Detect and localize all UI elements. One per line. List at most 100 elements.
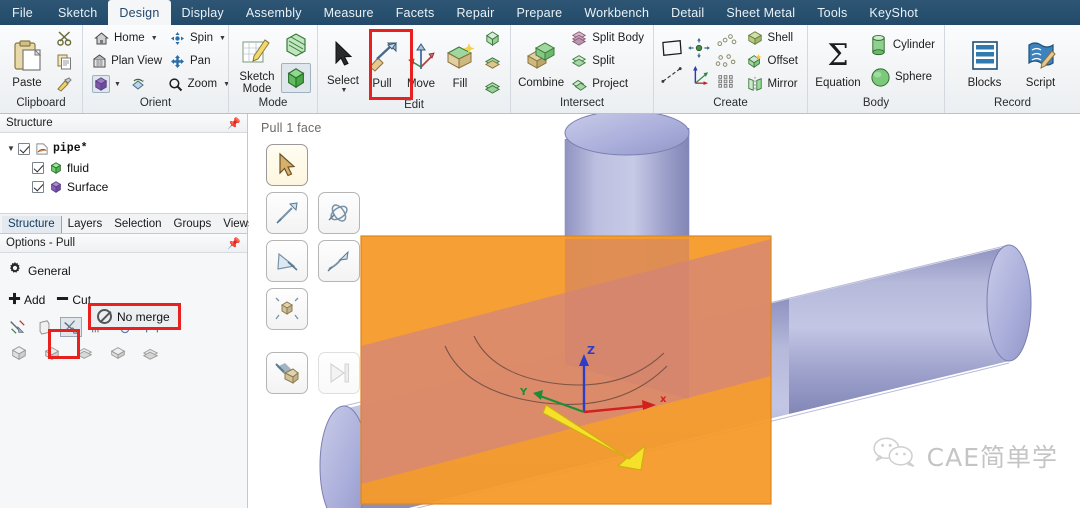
project-button[interactable]: Project — [567, 73, 647, 95]
menu-item-facets[interactable]: Facets — [385, 0, 446, 25]
blend-tool[interactable] — [318, 240, 361, 282]
box-extrude-1-icon[interactable] — [8, 343, 30, 363]
box-extrude-3-icon[interactable] — [74, 343, 96, 363]
chevron-down-icon-2[interactable]: ▼ — [114, 81, 121, 88]
menu-item-workbench[interactable]: Workbench — [573, 0, 660, 25]
select-label: Select — [327, 74, 359, 87]
pull-direction-icon[interactable] — [6, 317, 28, 337]
edit-extra-1-icon[interactable] — [480, 27, 504, 49]
edit-extra-3-icon[interactable] — [480, 75, 504, 97]
tab-layers[interactable]: Layers — [62, 216, 109, 233]
combine-button[interactable]: Combine — [517, 33, 565, 89]
copy-button[interactable] — [52, 50, 76, 72]
menu-item-prepare[interactable]: Prepare — [505, 0, 573, 25]
line-icon[interactable] — [660, 64, 684, 86]
sketch-mode-icon — [241, 29, 273, 71]
shell-button[interactable]: Shell — [743, 27, 801, 49]
chevron-down-icon-3[interactable]: ▼ — [219, 35, 226, 42]
move-button[interactable]: Move — [402, 34, 440, 90]
tree-checkbox-surface[interactable] — [32, 180, 44, 193]
menu-item-sketch[interactable]: Sketch — [47, 0, 108, 25]
solid-mode-button[interactable] — [281, 62, 311, 93]
sweep-tool[interactable] — [266, 240, 308, 282]
options-general-row[interactable]: General — [0, 259, 247, 280]
watermark-text: CAE简单学 — [926, 442, 1058, 472]
fill-button[interactable]: Fill — [441, 34, 479, 90]
equation-button[interactable]: Σ Equation — [814, 33, 862, 90]
edit-extra-2-icon[interactable] — [480, 51, 504, 73]
select-chevron-down-icon[interactable]: ▼ — [341, 87, 348, 94]
sketch-mode-button[interactable]: Sketch Mode — [235, 27, 279, 95]
ribbon-group-mode: Sketch Mode Mode — [228, 25, 317, 113]
face-icon[interactable] — [33, 317, 55, 337]
add-option[interactable]: Add — [8, 292, 45, 308]
axis-icon[interactable] — [687, 64, 711, 86]
tree-node-fluid[interactable]: fluid — [0, 158, 247, 177]
grid-pattern-icon[interactable] — [714, 72, 738, 91]
blocks-button[interactable]: Blocks — [960, 33, 1010, 89]
3d-viewport[interactable]: Pull 1 face Z x Y CAE简单学 — [249, 114, 1080, 508]
box-extrude-2-icon[interactable] — [41, 343, 63, 363]
split-button[interactable]: Split — [567, 50, 647, 72]
mirror-button[interactable]: Mirror — [743, 73, 801, 95]
menu-item-repair[interactable]: Repair — [445, 0, 505, 25]
sphere-button[interactable]: Sphere — [866, 63, 938, 91]
up-to-tool[interactable] — [266, 352, 308, 394]
pull-no-merge-icon[interactable] — [60, 317, 82, 337]
chevron-down-icon[interactable]: ▼ — [151, 35, 158, 42]
pull-direction-tool[interactable] — [266, 192, 308, 234]
menu-item-display[interactable]: Display — [171, 0, 235, 25]
home-button[interactable]: Home ▼ — [89, 27, 165, 49]
circular-pattern-icon[interactable] — [714, 52, 738, 71]
menu-item-file[interactable]: File — [0, 0, 47, 25]
rotate-tool[interactable] — [318, 192, 361, 234]
options-pin-icon[interactable]: 📌 — [227, 237, 241, 250]
cut-button[interactable] — [52, 27, 76, 49]
point-pattern-icon[interactable] — [714, 32, 738, 51]
menu-item-tools[interactable]: Tools — [806, 0, 858, 25]
plan-view-button[interactable]: Plan View — [89, 50, 165, 72]
section-mode-button[interactable] — [281, 30, 311, 60]
pin-icon[interactable]: 📌 — [227, 117, 241, 130]
structure-panel-tabs: Structure Layers Selection Groups Views — [0, 213, 254, 234]
script-button[interactable]: Script — [1016, 33, 1066, 89]
sphere-label: Sphere — [895, 71, 933, 83]
tab-structure[interactable]: Structure — [2, 216, 62, 233]
plane-icon[interactable] — [660, 37, 684, 59]
up-to-solid-icon — [275, 363, 299, 385]
box-extrude-4-icon[interactable] — [107, 343, 129, 363]
zoom-button[interactable]: Zoom ▼ — [165, 73, 233, 95]
cut-option[interactable]: Cut — [56, 292, 91, 308]
cylinder-button[interactable]: Cylinder — [866, 31, 938, 59]
pan-button[interactable]: Pan — [165, 50, 233, 72]
menu-item-keyshot[interactable]: KeyShot — [858, 0, 929, 25]
tree-checkbox-pipe[interactable] — [18, 142, 30, 155]
select-button[interactable]: Select ▼ — [324, 31, 362, 94]
next-tool[interactable] — [318, 352, 361, 394]
menu-item-assembly[interactable]: Assembly — [235, 0, 313, 25]
paste-button[interactable]: Paste — [6, 33, 48, 89]
format-painter-button[interactable] — [52, 73, 76, 95]
spin-button[interactable]: Spin ▼ — [165, 27, 233, 49]
tab-selection[interactable]: Selection — [108, 216, 167, 233]
offset-button[interactable]: Offset — [743, 50, 801, 72]
menu-item-design[interactable]: Design — [108, 0, 171, 25]
script-icon — [1024, 35, 1058, 77]
box-extrude-5-icon[interactable] — [140, 343, 162, 363]
tree-node-pipe[interactable]: ▼ pipe* — [0, 139, 247, 158]
tree-checkbox-fluid[interactable] — [32, 161, 44, 174]
isometric-box-icon[interactable] — [92, 75, 110, 93]
rotate-view-icon[interactable] — [129, 75, 147, 93]
split-body-button[interactable]: Split Body — [567, 27, 647, 49]
menu-item-measure[interactable]: Measure — [313, 0, 385, 25]
menu-item-detail[interactable]: Detail — [660, 0, 715, 25]
pull-button[interactable]: Pull — [363, 34, 401, 90]
expander-icon[interactable]: ▼ — [4, 144, 18, 153]
select-arrow-tool[interactable] — [266, 144, 308, 186]
origin-icon[interactable] — [687, 37, 711, 59]
menu-item-sheet-metal[interactable]: Sheet Metal — [715, 0, 806, 25]
tab-groups[interactable]: Groups — [168, 216, 218, 233]
tree-node-surface[interactable]: Surface — [0, 177, 247, 196]
clipboard-group-label: Clipboard — [16, 97, 66, 109]
scale-tool[interactable] — [266, 288, 308, 330]
